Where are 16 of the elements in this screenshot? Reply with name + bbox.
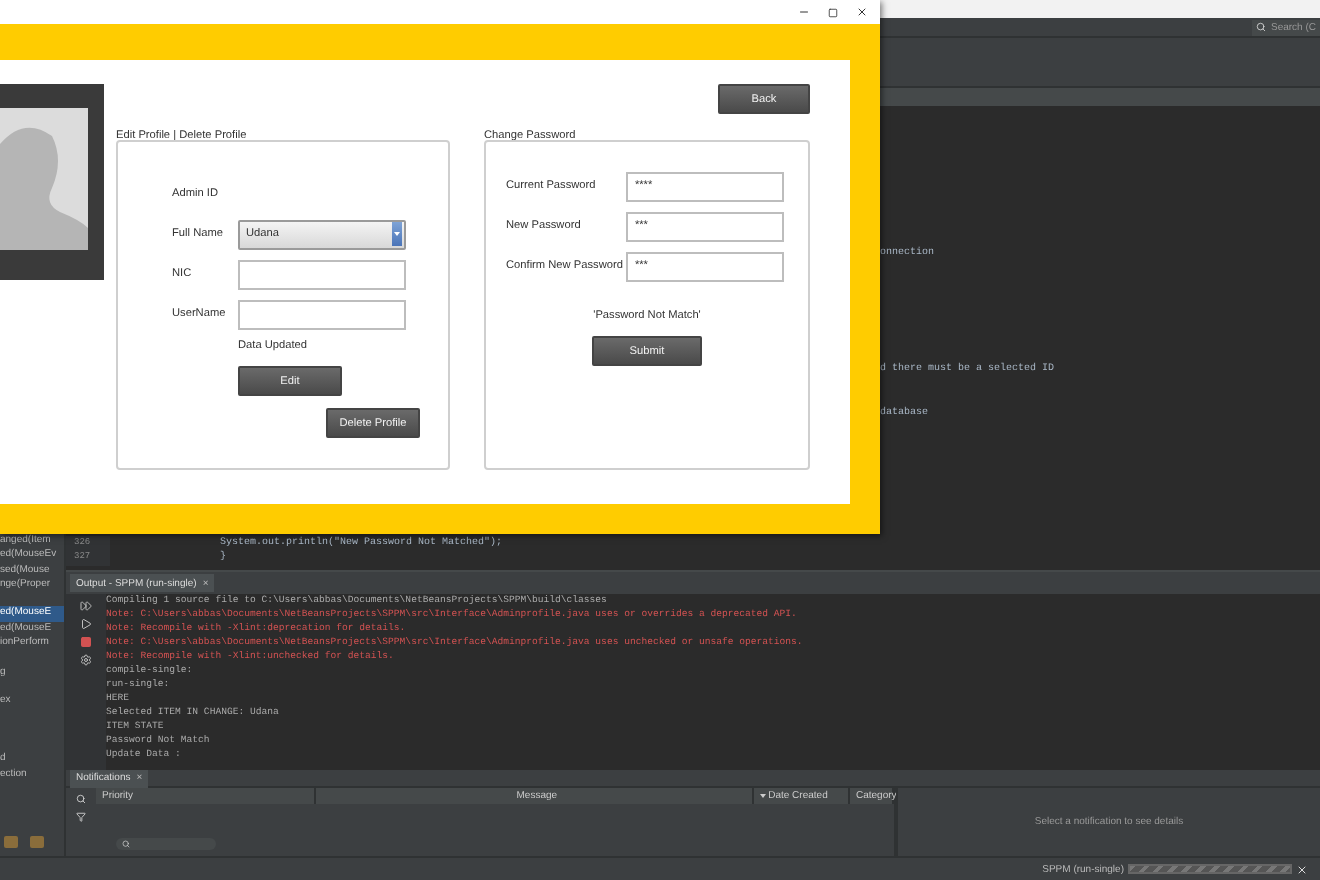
minimize-icon[interactable] [798,6,810,18]
close-icon[interactable] [856,6,868,18]
input-field[interactable] [238,299,406,329]
rerun-icon[interactable] [80,600,92,612]
run-icon[interactable] [80,618,92,630]
search-icon [1256,22,1267,32]
sort-arrow-icon [760,794,767,798]
caret-icon [394,232,400,236]
settings-icon[interactable] [80,654,92,666]
maximize-icon[interactable] [828,7,838,17]
stop-icon[interactable] [80,636,92,648]
search-icon[interactable] [76,794,86,804]
input-field[interactable] [238,259,406,289]
filter-icon[interactable] [76,812,86,822]
search-icon [122,840,130,848]
search-field[interactable] [116,838,216,850]
